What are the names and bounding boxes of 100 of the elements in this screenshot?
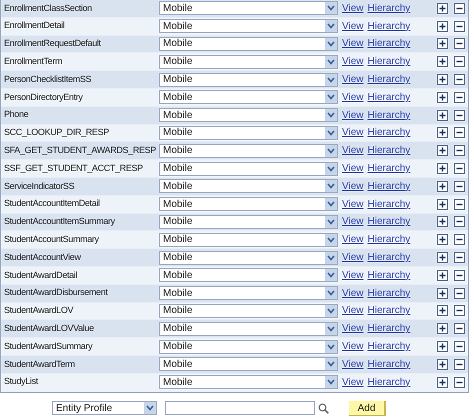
type-select[interactable]: Entity Profile [52, 401, 157, 416]
hierarchy-link[interactable]: Hierarchy [368, 339, 410, 354]
remove-row-button[interactable] [454, 198, 465, 210]
hierarchy-link[interactable]: Hierarchy [368, 178, 410, 194]
add-row-button[interactable] [437, 92, 448, 103]
add-row-button[interactable] [437, 38, 448, 50]
view-link[interactable]: View [342, 268, 364, 283]
view-link[interactable]: View [342, 72, 364, 88]
profile-select[interactable]: Mobile [159, 197, 338, 212]
profile-select[interactable]: Mobile [159, 250, 338, 265]
view-link[interactable]: View [342, 161, 364, 176]
remove-row-button[interactable] [454, 145, 465, 156]
hierarchy-link[interactable]: Hierarchy [368, 321, 410, 336]
view-link[interactable]: View [342, 90, 364, 105]
view-link[interactable]: View [342, 125, 364, 140]
hierarchy-link[interactable]: Hierarchy [368, 286, 410, 301]
remove-row-button[interactable] [454, 92, 465, 103]
profile-select[interactable]: Mobile [159, 340, 338, 354]
profile-select[interactable]: Mobile [159, 1, 338, 16]
view-link[interactable]: View [342, 18, 364, 34]
search-icon[interactable] [318, 402, 329, 414]
add-row-button[interactable] [437, 20, 448, 32]
hierarchy-link[interactable]: Hierarchy [368, 0, 410, 16]
add-row-button[interactable] [437, 252, 448, 264]
profile-select[interactable]: Mobile [159, 304, 338, 318]
add-row-button[interactable] [437, 216, 448, 228]
add-row-button[interactable] [437, 56, 448, 68]
view-link[interactable]: View [342, 250, 364, 266]
view-link[interactable]: View [342, 196, 364, 212]
remove-row-button[interactable] [454, 56, 465, 68]
add-row-button[interactable] [437, 234, 448, 246]
add-row-button[interactable] [437, 270, 448, 281]
view-link[interactable]: View [342, 339, 364, 354]
add-row-button[interactable] [437, 74, 448, 86]
profile-select[interactable]: Mobile [159, 19, 338, 34]
remove-row-button[interactable] [454, 127, 465, 138]
profile-select[interactable]: Mobile [159, 214, 338, 229]
view-link[interactable]: View [342, 356, 364, 372]
hierarchy-link[interactable]: Hierarchy [368, 196, 410, 212]
remove-row-button[interactable] [454, 305, 465, 316]
add-row-button[interactable] [437, 323, 448, 334]
remove-row-button[interactable] [454, 110, 465, 121]
remove-row-button[interactable] [454, 252, 465, 264]
hierarchy-link[interactable]: Hierarchy [368, 214, 410, 230]
profile-select[interactable]: Mobile [159, 375, 338, 390]
profile-select[interactable]: Mobile [159, 72, 338, 87]
view-link[interactable]: View [342, 374, 364, 390]
add-row-button[interactable] [437, 198, 448, 210]
profile-select[interactable]: Mobile [159, 286, 338, 300]
hierarchy-link[interactable]: Hierarchy [368, 108, 410, 123]
profile-select[interactable]: Mobile [159, 54, 338, 69]
view-link[interactable]: View [342, 0, 364, 16]
view-link[interactable]: View [342, 286, 364, 301]
profile-select[interactable]: Mobile [159, 144, 338, 158]
hierarchy-link[interactable]: Hierarchy [368, 72, 410, 88]
hierarchy-link[interactable]: Hierarchy [368, 18, 410, 34]
remove-row-button[interactable] [454, 2, 465, 14]
profile-select[interactable]: Mobile [159, 108, 338, 122]
profile-select[interactable]: Mobile [159, 357, 338, 372]
hierarchy-link[interactable]: Hierarchy [368, 250, 410, 266]
view-link[interactable]: View [342, 108, 364, 123]
hierarchy-link[interactable]: Hierarchy [368, 143, 410, 158]
profile-select[interactable]: Mobile [159, 36, 338, 51]
add-row-button[interactable] [437, 110, 448, 121]
add-row-button[interactable] [437, 305, 448, 316]
profile-select[interactable]: Mobile [159, 268, 338, 282]
add-row-button[interactable] [437, 376, 448, 388]
profile-select[interactable]: Mobile [159, 232, 338, 247]
hierarchy-link[interactable]: Hierarchy [368, 90, 410, 105]
remove-row-button[interactable] [454, 376, 465, 388]
view-link[interactable]: View [342, 143, 364, 158]
add-row-button[interactable] [437, 288, 448, 299]
remove-row-button[interactable] [454, 38, 465, 50]
hierarchy-link[interactable]: Hierarchy [368, 36, 410, 52]
remove-row-button[interactable] [454, 20, 465, 32]
view-link[interactable]: View [342, 214, 364, 230]
add-button[interactable]: Add [349, 400, 386, 416]
view-link[interactable]: View [342, 36, 364, 52]
hierarchy-link[interactable]: Hierarchy [368, 161, 410, 176]
view-link[interactable]: View [342, 321, 364, 336]
add-row-button[interactable] [437, 127, 448, 138]
add-row-button[interactable] [437, 145, 448, 156]
hierarchy-link[interactable]: Hierarchy [368, 374, 410, 390]
remove-row-button[interactable] [454, 358, 465, 370]
profile-select[interactable]: Mobile [159, 179, 338, 194]
profile-select[interactable]: Mobile [159, 162, 338, 176]
remove-row-button[interactable] [454, 163, 465, 174]
remove-row-button[interactable] [454, 216, 465, 228]
remove-row-button[interactable] [454, 74, 465, 86]
view-link[interactable]: View [342, 178, 364, 194]
hierarchy-link[interactable]: Hierarchy [368, 268, 410, 283]
add-row-button[interactable] [437, 2, 448, 14]
hierarchy-link[interactable]: Hierarchy [368, 54, 410, 70]
remove-row-button[interactable] [454, 270, 465, 281]
view-link[interactable]: View [342, 303, 364, 318]
search-field[interactable] [165, 401, 315, 416]
hierarchy-link[interactable]: Hierarchy [368, 232, 410, 248]
add-row-button[interactable] [437, 180, 448, 192]
hierarchy-link[interactable]: Hierarchy [368, 356, 410, 372]
remove-row-button[interactable] [454, 234, 465, 246]
